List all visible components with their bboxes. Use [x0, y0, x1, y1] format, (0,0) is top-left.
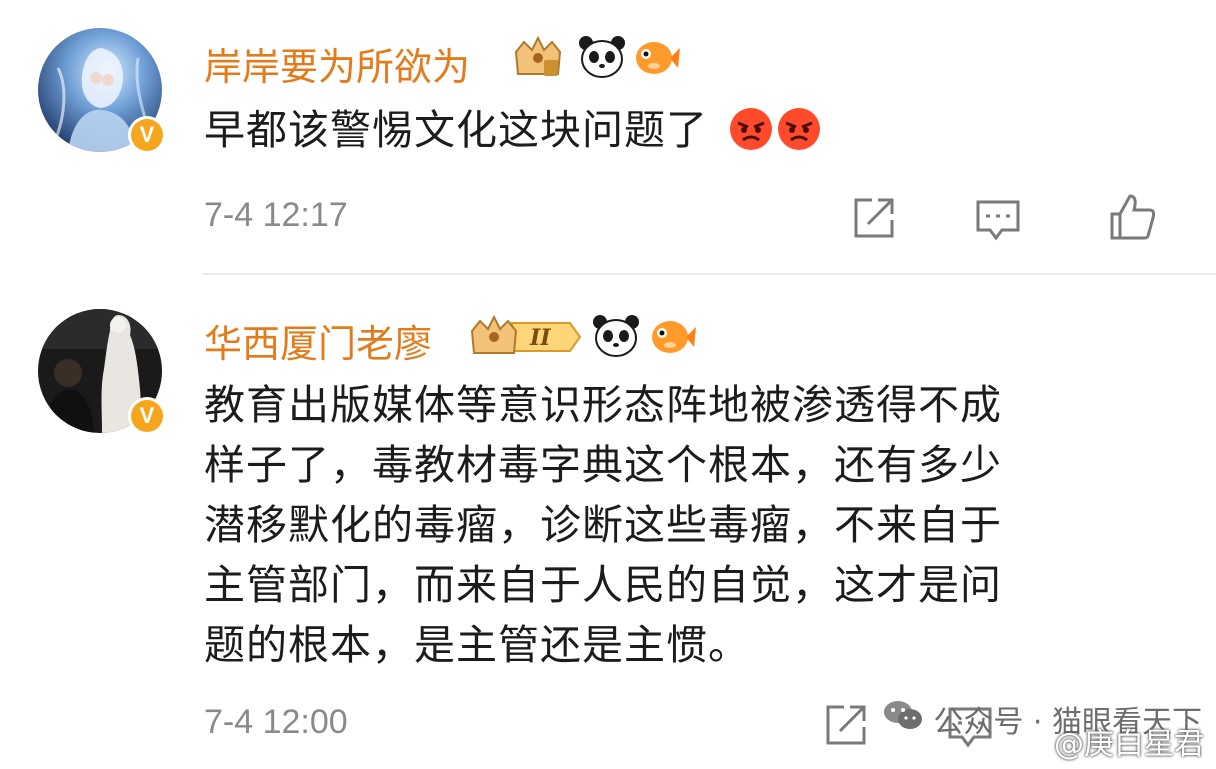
goldfish-icon — [632, 36, 680, 82]
comment-text-line: 教育出版媒体等意识形态阵地被渗透得不成 — [204, 381, 1002, 429]
angry-face-icon — [728, 106, 774, 168]
comment-text-line: 样子了，毒教材毒字典这个根本，还有多少 — [204, 441, 1002, 489]
weibo-watermark: @庚白星君 — [1054, 727, 1204, 762]
comment-text-line: 主管部门，而来自于人民的自觉，这才是问 — [204, 561, 1002, 609]
comment-item: V 岸岸要为所欲为 早都该警惕文化这块问题了 7-4 12:17 — [0, 0, 1216, 274]
wechat-icon — [883, 698, 923, 740]
vip-level: II — [529, 325, 551, 351]
goldfish-icon — [648, 315, 696, 361]
comment-text-line: 题的根本，是主管还是主惯。 — [204, 621, 750, 669]
comment-time: 7-4 12:00 — [204, 703, 348, 741]
panda-icon — [592, 313, 640, 363]
crown-vip-badge-icon[interactable]: II — [468, 313, 584, 363]
avatar[interactable]: V — [38, 309, 166, 435]
comment-time: 7-4 12:17 — [204, 196, 348, 234]
repost-icon[interactable] — [820, 699, 872, 751]
verified-badge: V — [128, 116, 166, 154]
username[interactable]: 华西厦门老廖 — [204, 313, 432, 368]
comment-icon[interactable] — [972, 194, 1024, 246]
angry-face-icon — [776, 106, 822, 168]
username[interactable]: 岸岸要为所欲为 — [204, 36, 470, 91]
comment-text: 早都该警惕文化这块问题了 — [204, 100, 822, 168]
comment-text: 教育出版媒体等意识形态阵地被渗透得不成 样子了，毒教材毒字典这个根本，还有多少 … — [204, 375, 1002, 675]
avatar[interactable]: V — [38, 28, 166, 154]
comment-text-line: 潜移默化的毒瘤，诊断这些毒瘤，不来自于 — [204, 501, 1002, 549]
crown-fan-badge-icon[interactable] — [508, 35, 568, 84]
comment-text-content: 早都该警惕文化这块问题了 — [204, 106, 708, 154]
repost-icon[interactable] — [848, 192, 900, 244]
comment-item: V 华西厦门老廖 II 教育出版媒体等意识形态阵地被渗透得不成 样子了，毒教材毒… — [0, 275, 1216, 769]
panda-icon — [578, 34, 626, 84]
like-icon[interactable] — [1106, 192, 1158, 244]
verified-badge: V — [128, 397, 166, 435]
